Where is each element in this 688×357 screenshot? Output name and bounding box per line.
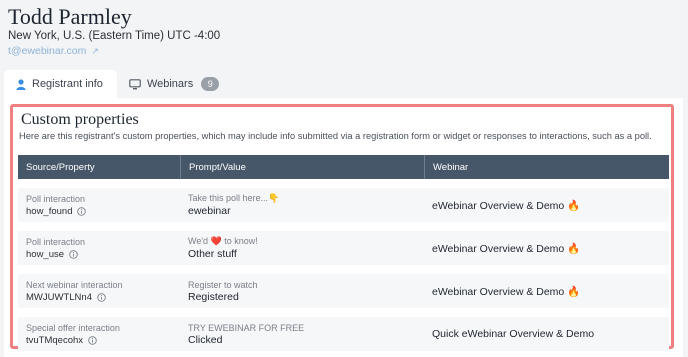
value-text: Other stuff [188,248,237,260]
prompt-text: TRY EWEBINAR FOR FREE [188,322,305,333]
tab-label: Registrant info [32,78,103,90]
property-name: how_found [26,206,180,217]
table-row: Special offer interaction tvuTMqecohx TR… [18,317,669,351]
webinars-count-badge: 9 [201,77,220,91]
prompt-cell: Register to watch Registered [180,274,424,308]
source-cell: Poll interaction how_found [18,188,180,222]
email-text: t@ewebinar.com [8,45,87,57]
tab-registrant-info[interactable]: Registrant info [4,70,117,98]
source-cell: Special offer interaction tvuTMqecohx [18,317,180,351]
section-title: Custom properties [21,111,139,128]
info-icon[interactable] [97,292,106,302]
tab-webinars[interactable]: Webinars 9 [117,70,231,98]
webinar-cell[interactable]: eWebinar Overview & Demo 🔥 [424,231,669,265]
property-name: how_use [26,249,180,260]
value-text: ewebinar [188,205,231,217]
prompt-text: We'd ❤️ to know! [188,236,258,246]
registrant-email-link[interactable]: t@ewebinar.com ↗ [8,45,99,57]
registrant-timezone: New York, U.S. (Eastern Time) UTC -4:00 [8,30,221,42]
column-header-prompt: Prompt/Value [180,155,424,179]
monitor-icon [129,78,141,90]
value-text: Registered [188,290,239,303]
registrant-name: Todd Parmley [8,4,132,29]
property-text: tvuTMqecohx [26,334,84,346]
tab-label: Webinars [146,78,194,90]
prompt-text: Register to watch [188,279,258,290]
property-name: tvuTMqecohx [26,335,180,346]
person-icon [16,78,26,90]
source-label: Next webinar interaction [26,279,123,290]
custom-properties-card: Custom properties Here are this registra… [10,104,674,351]
source-cell: Poll interaction how_use [18,231,180,265]
column-header-source: Source/Property [26,161,95,173]
info-icon[interactable] [69,249,78,259]
prompt-cell: We'd ❤️ to know! Other stuff [180,231,424,265]
property-text: how_found [26,205,73,217]
webinar-cell[interactable]: eWebinar Overview & Demo 🔥 [424,274,669,308]
prompt-cell: TRY EWEBINAR FOR FREE Clicked [180,317,424,351]
source-label: Poll interaction [26,236,86,247]
property-name: MWJUWTLNn4 [26,292,180,303]
webinar-cell[interactable]: Quick eWebinar Overview & Demo [424,317,669,351]
external-link-icon: ↗ [91,46,99,56]
table-row: Poll interaction how_found Take this pol… [18,188,669,222]
section-description: Here are this registrant's custom proper… [19,131,652,141]
info-icon[interactable] [77,206,87,216]
table-row: Next webinar interaction MWJUWTLNn4 Regi… [18,274,669,308]
value-text: Clicked [188,333,223,346]
column-header-webinar: Webinar [424,155,669,179]
prompt-text: Take this poll here...👇 [188,193,280,203]
prompt-cell: Take this poll here...👇 ewebinar [180,188,424,222]
source-label: Special offer interaction [26,322,120,333]
source-label: Poll interaction [26,193,86,204]
property-text: MWJUWTLNn4 [26,291,92,303]
info-icon[interactable] [88,335,97,345]
tab-bar: Registrant info Webinars 9 [4,70,231,98]
table-header: Source/Property Prompt/Value Webinar [18,155,669,179]
webinar-cell[interactable]: eWebinar Overview & Demo 🔥 [424,188,669,222]
source-cell: Next webinar interaction MWJUWTLNn4 [18,274,180,308]
property-text: how_use [26,248,65,260]
table-row: Poll interaction how_use We'd ❤️ to know… [18,231,669,265]
